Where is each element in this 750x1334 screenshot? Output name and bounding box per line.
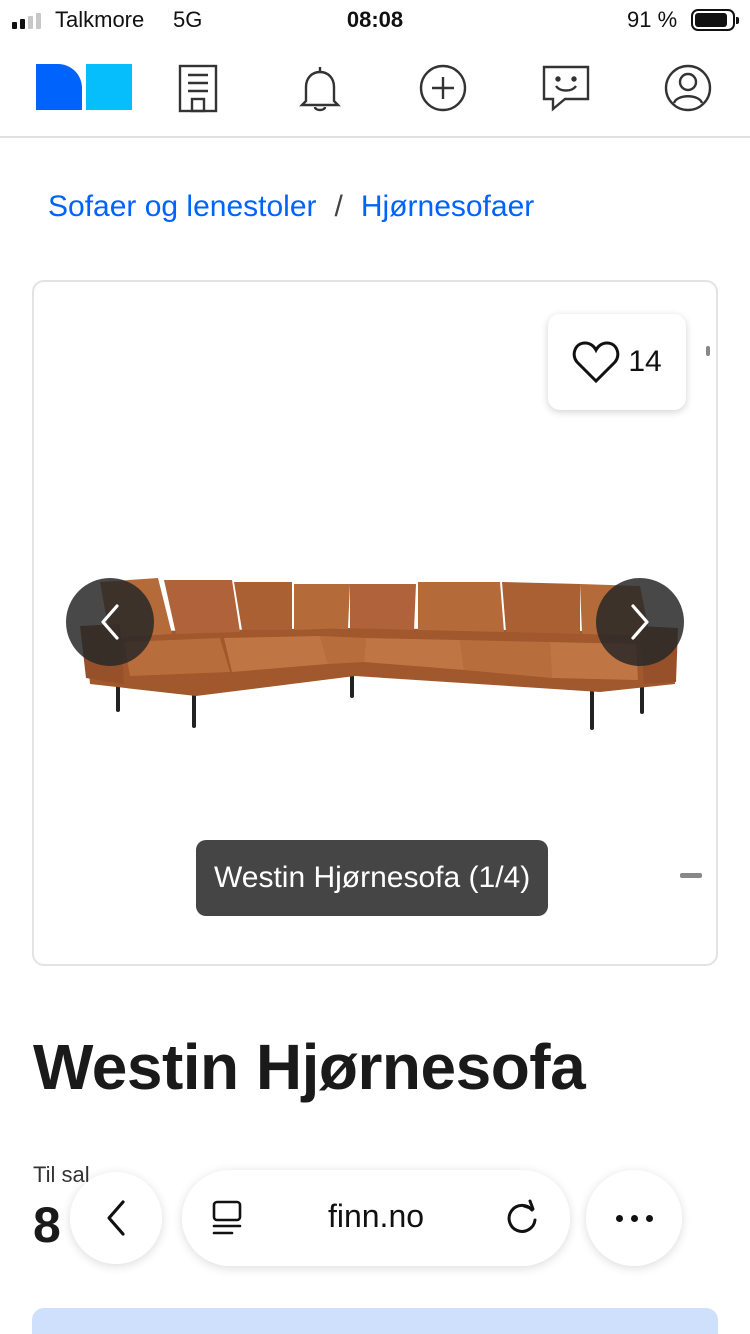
heart-icon: [573, 341, 620, 384]
bell-icon[interactable]: [294, 62, 346, 114]
breadcrumb: Sofaer og lenestoler / Hjørnesofaer: [48, 190, 534, 224]
finn-logo[interactable]: [36, 64, 132, 110]
breadcrumb-separator: /: [334, 190, 343, 223]
status-bar: Talkmore 5G 08:08 91 %: [0, 0, 750, 42]
favorite-button[interactable]: 14: [548, 314, 686, 410]
breadcrumb-link-sofas[interactable]: Sofaer og lenestoler: [48, 190, 317, 224]
chevron-left-icon: [107, 1200, 125, 1236]
more-options-button[interactable]: [586, 1170, 682, 1266]
profile-icon[interactable]: [662, 62, 714, 114]
dot-icon: [630, 1214, 638, 1222]
browser-back-button[interactable]: [70, 1172, 162, 1264]
chevron-right-icon: [631, 604, 649, 640]
address-bar[interactable]: finn.no: [182, 1170, 570, 1266]
battery-icon: [691, 9, 739, 31]
image-caption: Westin Hjørnesofa (1/4): [196, 840, 549, 916]
reload-icon[interactable]: [502, 1198, 542, 1238]
dot-icon: [615, 1214, 623, 1222]
message-icon[interactable]: [540, 62, 592, 114]
listing-title: Westin Hjørnesofa: [33, 1031, 586, 1103]
favorite-count: 14: [628, 345, 662, 378]
price: 8: [33, 1197, 61, 1253]
gallery-indicator: [680, 873, 702, 878]
breadcrumb-link-corner-sofas[interactable]: Hjørnesofaer: [361, 190, 534, 224]
company-icon[interactable]: [172, 62, 224, 114]
next-image-button[interactable]: [596, 578, 684, 666]
corner-sofa-photo: [80, 578, 678, 730]
scroll-indicator: [706, 346, 710, 356]
previous-image-button[interactable]: [66, 578, 154, 666]
image-gallery[interactable]: 14 Westin Hjørnesofa (1/4): [32, 280, 718, 966]
top-nav: [0, 42, 750, 138]
info-box: [32, 1308, 718, 1334]
plus-circle-icon[interactable]: [417, 62, 469, 114]
battery-percent: 91 %: [627, 7, 678, 32]
sale-label: Til sal: [33, 1162, 90, 1187]
chevron-left-icon: [101, 604, 119, 640]
dot-icon: [645, 1214, 653, 1222]
